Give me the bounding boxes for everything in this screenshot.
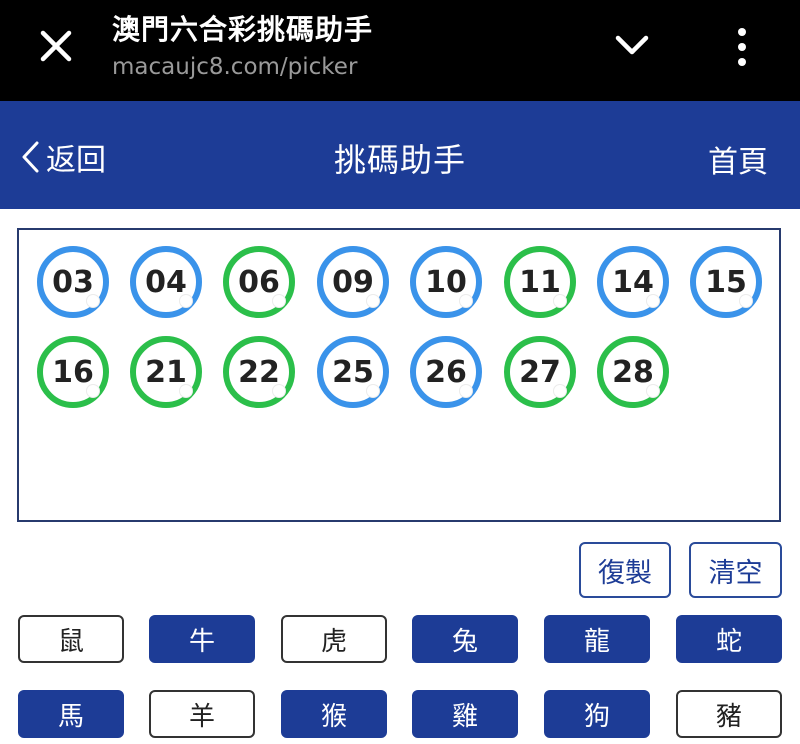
number-ball[interactable]: 28: [597, 336, 669, 408]
browser-toolbar: 澳門六合彩挑碼助手 macaujc8.com/picker: [0, 0, 800, 101]
zodiac-button[interactable]: 虎: [281, 615, 387, 663]
number-ball[interactable]: 27: [504, 336, 576, 408]
number-ball[interactable]: 03: [37, 246, 109, 318]
zodiac-button[interactable]: 猴: [281, 690, 387, 738]
ball-number: 14: [612, 264, 654, 300]
zodiac-button[interactable]: 雞: [412, 690, 518, 738]
more-options-button[interactable]: [730, 26, 754, 68]
number-ball[interactable]: 11: [504, 246, 576, 318]
number-ball[interactable]: 14: [597, 246, 669, 318]
ball-number: 22: [238, 354, 280, 390]
close-icon: [40, 30, 72, 62]
page-title: 挑碼助手: [333, 141, 466, 179]
ball-number: 04: [145, 264, 187, 300]
number-ball[interactable]: 22: [223, 336, 295, 408]
ball-number: 06: [238, 264, 280, 300]
number-ball[interactable]: 16: [37, 336, 109, 408]
number-ball[interactable]: 10: [410, 246, 482, 318]
copy-button[interactable]: 復製: [579, 542, 671, 598]
close-button[interactable]: [34, 24, 78, 68]
back-label: 返回: [46, 143, 106, 178]
zodiac-button[interactable]: 牛: [149, 615, 255, 663]
home-link[interactable]: 首頁: [708, 137, 768, 181]
app-header: 返回 挑碼助手 首頁: [0, 101, 800, 209]
picked-numbers-panel: 03 04 06 09 10 11 14 15 16 21 22 25 26 27 28: [17, 228, 781, 522]
zodiac-button[interactable]: 羊: [149, 690, 255, 738]
ball-number: 10: [425, 264, 467, 300]
ball-number: 15: [705, 264, 747, 300]
number-ball[interactable]: 21: [130, 336, 202, 408]
clear-button[interactable]: 清空: [689, 542, 782, 598]
ball-number: 27: [519, 354, 561, 390]
number-ball[interactable]: 25: [317, 336, 389, 408]
ball-number: 25: [332, 354, 374, 390]
number-ball[interactable]: 04: [130, 246, 202, 318]
back-button[interactable]: 返回: [20, 137, 106, 178]
zodiac-button[interactable]: 狗: [544, 690, 650, 738]
expand-button[interactable]: [612, 30, 652, 62]
number-ball[interactable]: 09: [317, 246, 389, 318]
zodiac-button[interactable]: 兔: [412, 615, 518, 663]
ball-number: 11: [519, 264, 561, 300]
ball-number: 16: [52, 354, 94, 390]
chevron-left-icon: [22, 141, 39, 173]
ball-number: 09: [332, 264, 374, 300]
zodiac-button[interactable]: 蛇: [676, 615, 782, 663]
ball-number: 26: [425, 354, 467, 390]
zodiac-button[interactable]: 鼠: [18, 615, 124, 663]
zodiac-button[interactable]: 馬: [18, 690, 124, 738]
number-ball[interactable]: 26: [410, 336, 482, 408]
zodiac-button[interactable]: 豬: [676, 690, 782, 738]
ball-number: 03: [52, 264, 94, 300]
browser-url[interactable]: macaujc8.com/picker: [112, 54, 357, 80]
number-ball[interactable]: 06: [223, 246, 295, 318]
number-ball[interactable]: 15: [690, 246, 762, 318]
browser-page-title: 澳門六合彩挑碼助手: [112, 13, 374, 46]
ball-number: 21: [145, 354, 187, 390]
ball-number: 28: [612, 354, 654, 390]
zodiac-button[interactable]: 龍: [544, 615, 650, 663]
chevron-down-icon: [615, 35, 649, 55]
more-vertical-icon: [738, 28, 746, 66]
